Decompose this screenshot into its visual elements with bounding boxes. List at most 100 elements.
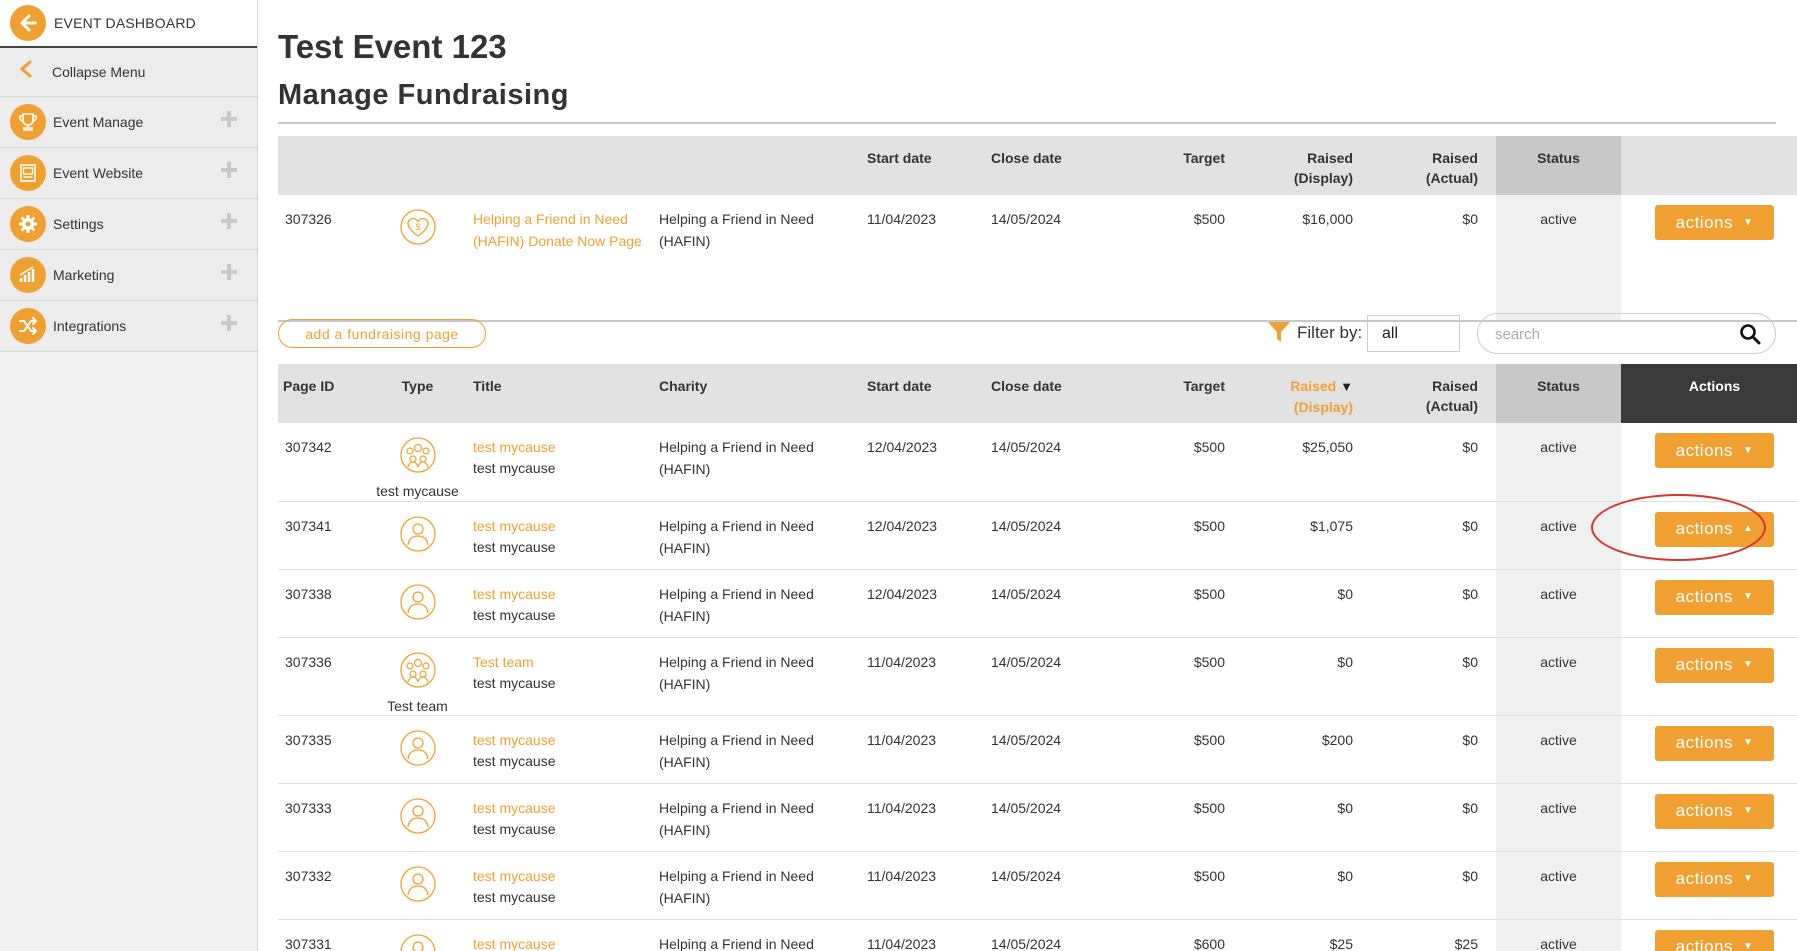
page-title-link[interactable]: test mycause [473,583,653,605]
collapse-menu-label: Collapse Menu [52,64,146,80]
search-input[interactable]: search [1477,313,1776,354]
filter-funnel-icon [1267,320,1291,349]
actions-dropdown-button[interactable]: actions ▼ [1655,861,1774,897]
close-date: 14/05/2024 [991,653,1062,670]
header-page-id[interactable]: Page ID [278,364,370,423]
header-start-date[interactable]: Start date [861,364,983,423]
event-dashboard-link[interactable]: EVENT DASHBOARD [0,0,257,48]
raised-actual: $0 [1462,799,1478,816]
expand-plus-icon[interactable] [221,213,237,229]
actions-dropdown-button[interactable]: actions ▼ [1655,929,1774,951]
page-title-link[interactable]: test mycause [473,436,653,458]
start-date: 11/04/2023 [867,653,937,670]
charity-cell: Helping a Friend in Need (HAFIN) [653,637,861,715]
header-target[interactable]: Target [1111,364,1243,423]
donate-page-link[interactable]: Helping a Friend in Need (HAFIN) Donate N… [473,208,653,252]
fundraising-pages-table: Page ID Type Title Charity Start date Cl… [278,364,1797,951]
sidebar-item-settings[interactable]: Settings [0,199,257,250]
actions-dropdown-button[interactable]: actions ▲ [1655,511,1774,547]
header-type[interactable]: Type [370,364,465,423]
sidebar-item-marketing[interactable]: Marketing [0,250,257,301]
chart-icon [10,257,46,293]
header-cell [465,136,653,195]
header-title[interactable]: Title [465,364,653,423]
sidebar-item-event-manage[interactable]: Event Manage [0,97,257,148]
raised-actual: $0 [1462,867,1478,884]
person-icon [399,729,437,767]
title-cell: test mycause test mycause [465,715,653,783]
filter-select[interactable]: all [1367,315,1460,352]
actions-label: actions [1675,869,1733,888]
charity-line1: Helping a Friend in Need [659,585,814,602]
status: active [1496,783,1621,851]
page-title-link[interactable]: test mycause [473,865,653,887]
expand-plus-icon[interactable] [221,162,237,178]
table-row: 307338 test mycause test mycause Helping… [278,569,1797,637]
page-title-link[interactable]: Test team [473,651,653,673]
actions-cell: actions ▼ [1621,851,1797,919]
page-title-link[interactable]: test mycause [473,729,653,751]
charity-cell: Helping a Friend in Need (HAFIN) [653,423,861,501]
header-raised-actual[interactable]: Raised (Actual) [1371,364,1496,423]
expand-plus-icon[interactable] [221,264,237,280]
header-status[interactable]: Status [1496,136,1621,195]
header-raised-display[interactable]: Raised (Display) [1243,136,1371,195]
donate-page-link-line1: Helping a Friend in Need [473,211,628,227]
website-icon [10,155,46,191]
header-raised-actual[interactable]: Raised (Actual) [1371,136,1496,195]
donate-page-link-line2: (HAFIN) Donate Now Page [473,233,642,249]
caret-down-icon: ▼ [1742,873,1754,884]
header-raised-display-line1: Raised [1307,150,1353,166]
expand-plus-icon[interactable] [221,315,237,331]
header-start-date[interactable]: Start date [861,136,983,195]
person-icon [399,865,437,903]
page-title-link[interactable]: test mycause [473,797,653,819]
header-cell [278,136,370,195]
charity-cell: Helping a Friend in Need (HAFIN) [653,195,861,321]
actions-dropdown-button[interactable]: actions ▼ [1655,793,1774,829]
type-cell: $ [370,195,465,321]
type-cell [370,569,465,637]
charity-line2: (HAFIN) [659,889,711,906]
raised-display: $25 [1329,935,1353,951]
target: $500 [1193,439,1225,455]
header-close-date[interactable]: Close date [983,136,1111,195]
raised-display: $0 [1337,799,1353,816]
page-owner-name: test mycause [473,460,556,476]
header-status[interactable]: Status [1496,364,1621,423]
header-target[interactable]: Target [1111,136,1243,195]
title-cell: test mycause test mycause [465,783,653,851]
actions-dropdown-button[interactable]: actions ▼ [1655,433,1774,468]
page-owner-name: test mycause [473,674,556,691]
header-close-date[interactable]: Close date [983,364,1111,423]
header-raised-display-line1: Raised [1290,378,1337,394]
page-id: 307332 [285,867,332,884]
actions-label: actions [1675,655,1733,674]
header-raised-actual-line1: Raised [1432,378,1478,394]
header-charity[interactable]: Charity [653,364,861,423]
actions-cell: actions ▼ [1621,715,1797,783]
add-fundraising-page-button[interactable]: add a fundraising page [278,319,486,348]
actions-label: actions [1675,733,1733,752]
caret-down-icon: ▼ [1742,941,1754,951]
expand-plus-icon[interactable] [221,111,237,127]
target: $500 [1193,731,1225,748]
actions-dropdown-button[interactable]: actions ▼ [1655,205,1774,240]
page-title-link[interactable]: test mycause [473,515,653,537]
table-row: 307333 test mycause test mycause Helping… [278,783,1797,851]
collapse-menu-button[interactable]: Collapse Menu [0,48,257,97]
sidebar-item-integrations[interactable]: Integrations [0,301,257,352]
actions-cell: actions ▼ [1621,783,1797,851]
actions-dropdown-button[interactable]: actions ▼ [1655,725,1774,761]
header-raised-display-line2: (Display) [1293,399,1353,415]
back-arrow-icon[interactable] [10,5,46,41]
raised-display: $0 [1337,867,1353,884]
page-id: 307338 [285,585,332,602]
actions-dropdown-button[interactable]: actions ▼ [1655,579,1774,615]
page-title-link[interactable]: test mycause [473,933,653,951]
charity-line2: (HAFIN) [659,753,711,770]
search-icon[interactable] [1739,323,1761,350]
header-raised-display-sorted[interactable]: Raised ▼ (Display) [1243,364,1371,423]
sidebar-item-event-website[interactable]: Event Website [0,148,257,199]
actions-dropdown-button[interactable]: actions ▼ [1655,647,1774,683]
